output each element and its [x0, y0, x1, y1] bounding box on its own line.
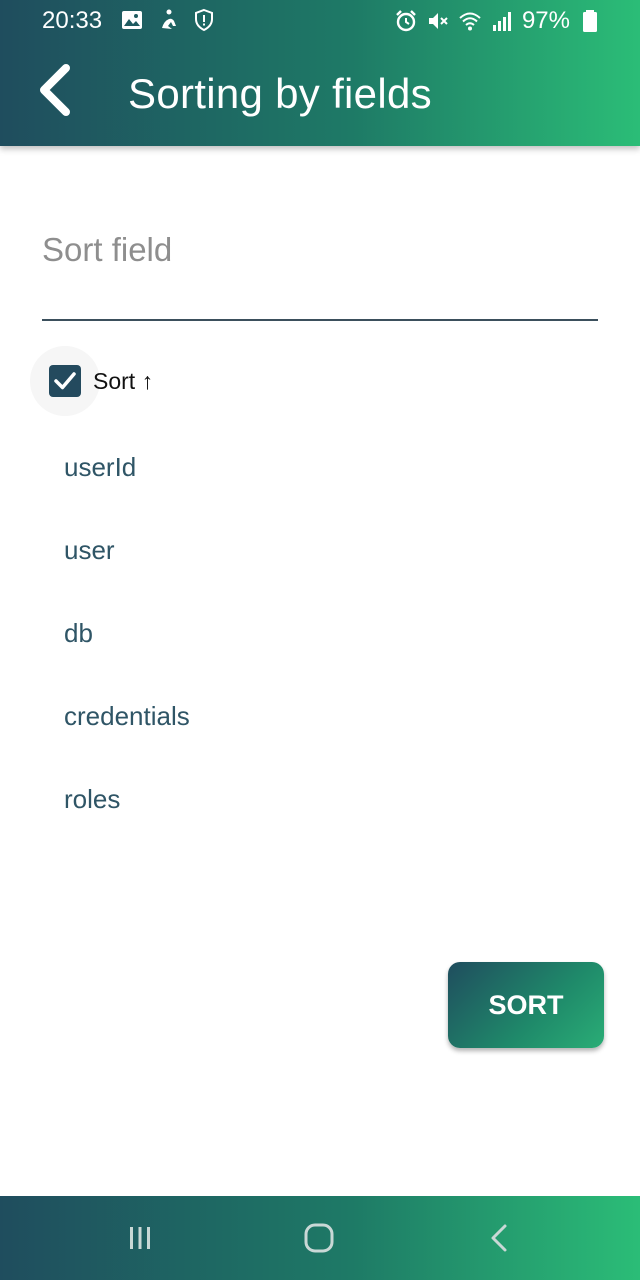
checkmark-icon: [54, 372, 76, 390]
shield-icon: [195, 8, 213, 32]
battery-icon: [583, 10, 597, 32]
sort-field-input[interactable]: [42, 220, 598, 280]
sort-ascending-toggle[interactable]: Sort ↑: [30, 346, 153, 416]
status-right-icons: 97%: [394, 7, 602, 35]
home-icon: [304, 1223, 334, 1253]
field-list: userId user db credentials roles: [64, 426, 190, 841]
checkbox-ripple: [30, 346, 100, 416]
gallery-icon: [122, 11, 142, 29]
sort-field: [42, 200, 598, 322]
nav-back-button[interactable]: [479, 1220, 519, 1256]
list-item-credentials[interactable]: credentials: [64, 675, 190, 758]
status-left-icons: [120, 8, 216, 32]
accessibility-icon: [162, 9, 176, 29]
wifi-icon: [459, 12, 481, 31]
recent-apps-button[interactable]: [120, 1220, 160, 1256]
sort-button[interactable]: SORT: [448, 962, 604, 1048]
alarm-icon: [396, 10, 416, 32]
list-item-user[interactable]: user: [64, 509, 190, 592]
system-nav-bar: [0, 1196, 640, 1280]
app-bar: 20:33 97% Sorting by fields: [0, 0, 640, 146]
home-button[interactable]: [299, 1220, 339, 1256]
list-item-db[interactable]: db: [64, 592, 190, 675]
status-bar: 20:33 97%: [0, 0, 640, 42]
chevron-left-icon: [40, 64, 70, 116]
page-title: Sorting by fields: [128, 70, 432, 117]
recent-apps-icon: [130, 1227, 150, 1249]
list-item-roles[interactable]: roles: [64, 758, 190, 841]
mute-icon: [428, 13, 448, 29]
list-item-userid[interactable]: userId: [64, 426, 190, 509]
status-time: 20:33: [42, 7, 103, 34]
sort-field-underline: [42, 319, 598, 321]
signal-icon: [492, 12, 511, 31]
sort-checkbox-label: Sort ↑: [93, 367, 154, 394]
back-button[interactable]: [30, 62, 78, 118]
battery-percent: 97%: [521, 7, 570, 34]
sort-checkbox[interactable]: [49, 365, 81, 397]
nav-back-icon: [491, 1224, 507, 1252]
